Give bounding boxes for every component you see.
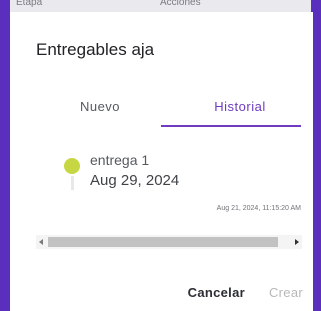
tab-nuevo[interactable]: Nuevo: [30, 86, 170, 126]
timeline-dot-icon: [64, 158, 80, 174]
create-button[interactable]: Crear: [269, 282, 303, 302]
entregables-dialog: Entregables aja Nuevo Historial entrega …: [10, 12, 313, 311]
entry-name: entrega 1: [90, 152, 150, 168]
cancel-button[interactable]: Cancelar: [188, 282, 245, 302]
scrollbar-thumb[interactable]: [48, 237, 278, 247]
horizontal-scrollbar[interactable]: [36, 235, 302, 249]
background-label-acciones: Acciones: [160, 0, 201, 8]
background-label-etapa: Etapa: [16, 0, 43, 8]
background-table-header: Etapa Acciones: [10, 0, 311, 12]
entry-timestamp: Aug 21, 2024, 11:15:20 AM: [216, 205, 301, 212]
tab-historial[interactable]: Historial: [170, 86, 310, 126]
entry-date: Aug 29, 2024: [90, 172, 180, 189]
timeline-connector: [71, 176, 74, 190]
scroll-right-arrow-icon[interactable]: [295, 239, 299, 245]
dialog-actions: Cancelar Crear: [188, 282, 303, 302]
tab-bar: Nuevo Historial: [30, 86, 310, 126]
dialog-title: Entregables aja: [36, 40, 155, 59]
active-tab-indicator: [161, 125, 301, 127]
timeline-entry: entrega 1 Aug 29, 2024: [60, 152, 310, 232]
scroll-left-arrow-icon[interactable]: [39, 239, 43, 245]
